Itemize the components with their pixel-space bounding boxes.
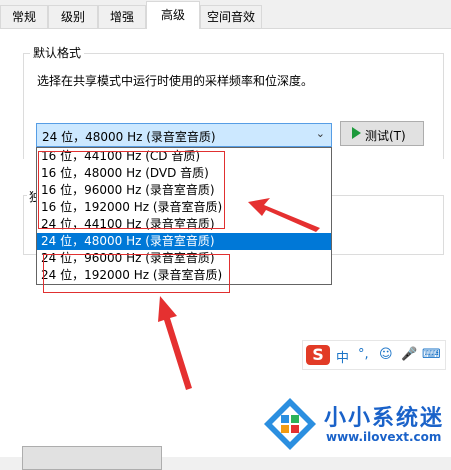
arrow-to-16bit [248, 198, 320, 232]
ime-keyboard-icon[interactable]: ⌨ [422, 347, 441, 362]
watermark: 小小系统迷 www.ilovext.com [262, 394, 451, 456]
ime-punctuation-icon[interactable]: °, [358, 347, 369, 362]
ime-toolbar: S 中 °, ☺ 🎤 ⌨ [302, 340, 446, 370]
annotation-arrows [158, 198, 320, 390]
tab-label: 高级 [160, 8, 185, 22]
restore-defaults-button[interactable] [22, 446, 162, 470]
ime-language-toggle[interactable]: 中 [336, 347, 349, 366]
watermark-logo-icon [264, 398, 316, 450]
ime-voice-icon[interactable]: 🎤 [401, 347, 417, 362]
watermark-title: 小小系统迷 [324, 406, 445, 431]
arrow-to-24bit [158, 296, 192, 390]
tab-advanced[interactable]: 高级 [146, 1, 200, 29]
sogou-logo-icon[interactable]: S [306, 345, 330, 365]
watermark-url: www.ilovext.com [326, 430, 442, 444]
ime-emoji-icon[interactable]: ☺ [379, 347, 393, 362]
